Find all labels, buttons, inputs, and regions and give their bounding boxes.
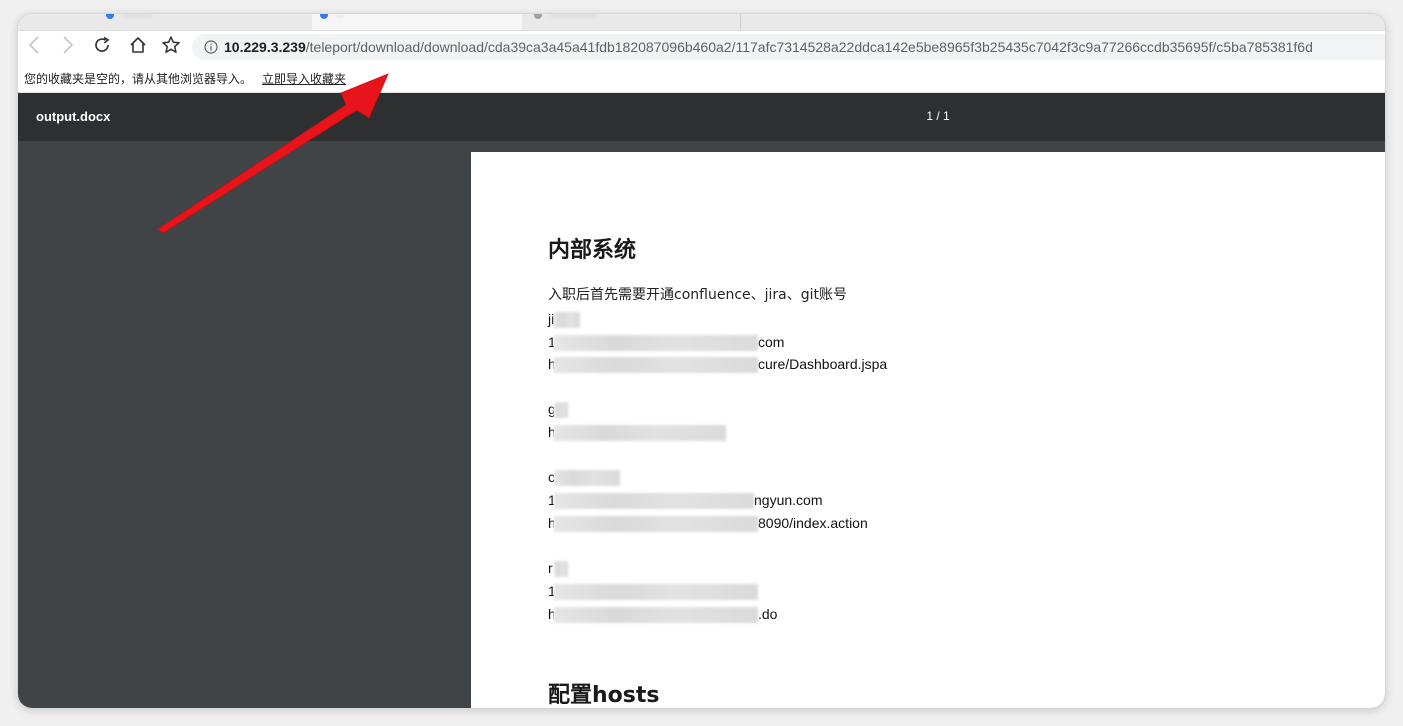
tab-strip: ········ ·· ············· xyxy=(18,14,1385,31)
address-bar[interactable]: 10.229.3.239/teleport/download/download/… xyxy=(192,34,1385,60)
jira-account-line: 1 com xyxy=(548,334,784,352)
document-page: 内部系统 入职后首先需要开通confluence、jira、git账号 ji 1… xyxy=(471,152,1385,708)
page-indicator: 1 / 1 xyxy=(926,109,950,123)
tab-label: ············· xyxy=(550,14,598,22)
confluence-url-line: h 8090/index.action xyxy=(548,515,868,533)
line-text: cure/Dashboard.jspa xyxy=(758,356,888,372)
bookmark-star-button[interactable] xyxy=(159,33,183,57)
url-path: /teleport/download/download/cda39ca3a45a… xyxy=(305,39,1313,55)
document-file-name: output.docx xyxy=(36,109,111,124)
home-icon xyxy=(130,37,146,53)
tab-favicon-icon xyxy=(106,14,114,19)
section-heading: 配置hosts xyxy=(548,683,660,708)
other-name-line: r xyxy=(548,560,568,578)
confluence-account-line: 1 ngyun.com xyxy=(548,492,822,510)
chevron-left-icon xyxy=(28,36,39,54)
redacted-text xyxy=(554,425,726,441)
reload-button[interactable] xyxy=(90,33,114,57)
home-button[interactable] xyxy=(126,33,150,57)
jira-url-line: h cure/Dashboard.jspa xyxy=(548,356,887,374)
back-button[interactable] xyxy=(22,33,46,57)
redacted-text xyxy=(554,335,758,351)
browser-tab-active[interactable]: ·· xyxy=(312,14,522,30)
confluence-name-line: c xyxy=(548,469,620,487)
line-text: 8090/index.action xyxy=(758,515,868,531)
redacted-text xyxy=(554,584,758,600)
tab-favicon-icon xyxy=(534,14,542,19)
intro-paragraph: 入职后首先需要开通confluence、jira、git账号 xyxy=(548,287,848,303)
other-account-line: 1 xyxy=(548,583,758,601)
browser-tab[interactable]: ········ xyxy=(98,14,308,30)
redacted-text xyxy=(554,357,758,373)
forward-button[interactable] xyxy=(56,33,80,57)
git-url-line: h xyxy=(548,424,726,442)
import-bookmarks-link[interactable]: 立即导入收藏夹 xyxy=(262,70,346,87)
redacted-text xyxy=(554,493,754,509)
reload-icon xyxy=(95,36,110,52)
tab-label: ·· xyxy=(336,14,344,22)
tab-label: ········ xyxy=(122,14,152,22)
browser-tab[interactable]: ············· xyxy=(526,14,741,30)
redacted-text xyxy=(554,561,568,577)
jira-name-line: ji xyxy=(548,311,581,329)
line-text: .do xyxy=(758,606,778,622)
section-heading: 内部系统 xyxy=(548,238,637,263)
star-icon xyxy=(162,36,180,53)
info-icon[interactable] xyxy=(204,40,218,54)
line-text: com xyxy=(758,334,785,350)
document-viewer-body[interactable]: 内部系统 入职后首先需要开通confluence、jira、git账号 ji 1… xyxy=(18,141,1385,708)
bookmarks-bar: 您的收藏夹是空的，请从其他浏览器导入。 立即导入收藏夹 xyxy=(18,63,1385,93)
other-url-line: h .do xyxy=(548,606,777,624)
redacted-text xyxy=(554,402,568,418)
line-text: ngyun.com xyxy=(754,492,823,508)
url-host: 10.229.3.239 xyxy=(224,39,306,55)
chevron-right-icon xyxy=(63,36,74,54)
tab-favicon-icon xyxy=(320,14,328,19)
redacted-text xyxy=(554,607,758,623)
redacted-text xyxy=(554,470,620,486)
browser-toolbar: 10.229.3.239/teleport/download/download/… xyxy=(18,31,1385,61)
bookmarks-empty-message: 您的收藏夹是空的，请从其他浏览器导入。 xyxy=(24,72,253,86)
redacted-text xyxy=(554,516,758,532)
document-viewer-header: output.docx 1 / 1 xyxy=(18,93,1385,141)
browser-window: ········ ·· ············· 10.229.3.239 /… xyxy=(18,14,1385,708)
redacted-text xyxy=(554,312,581,328)
git-name-line: g xyxy=(548,401,568,419)
